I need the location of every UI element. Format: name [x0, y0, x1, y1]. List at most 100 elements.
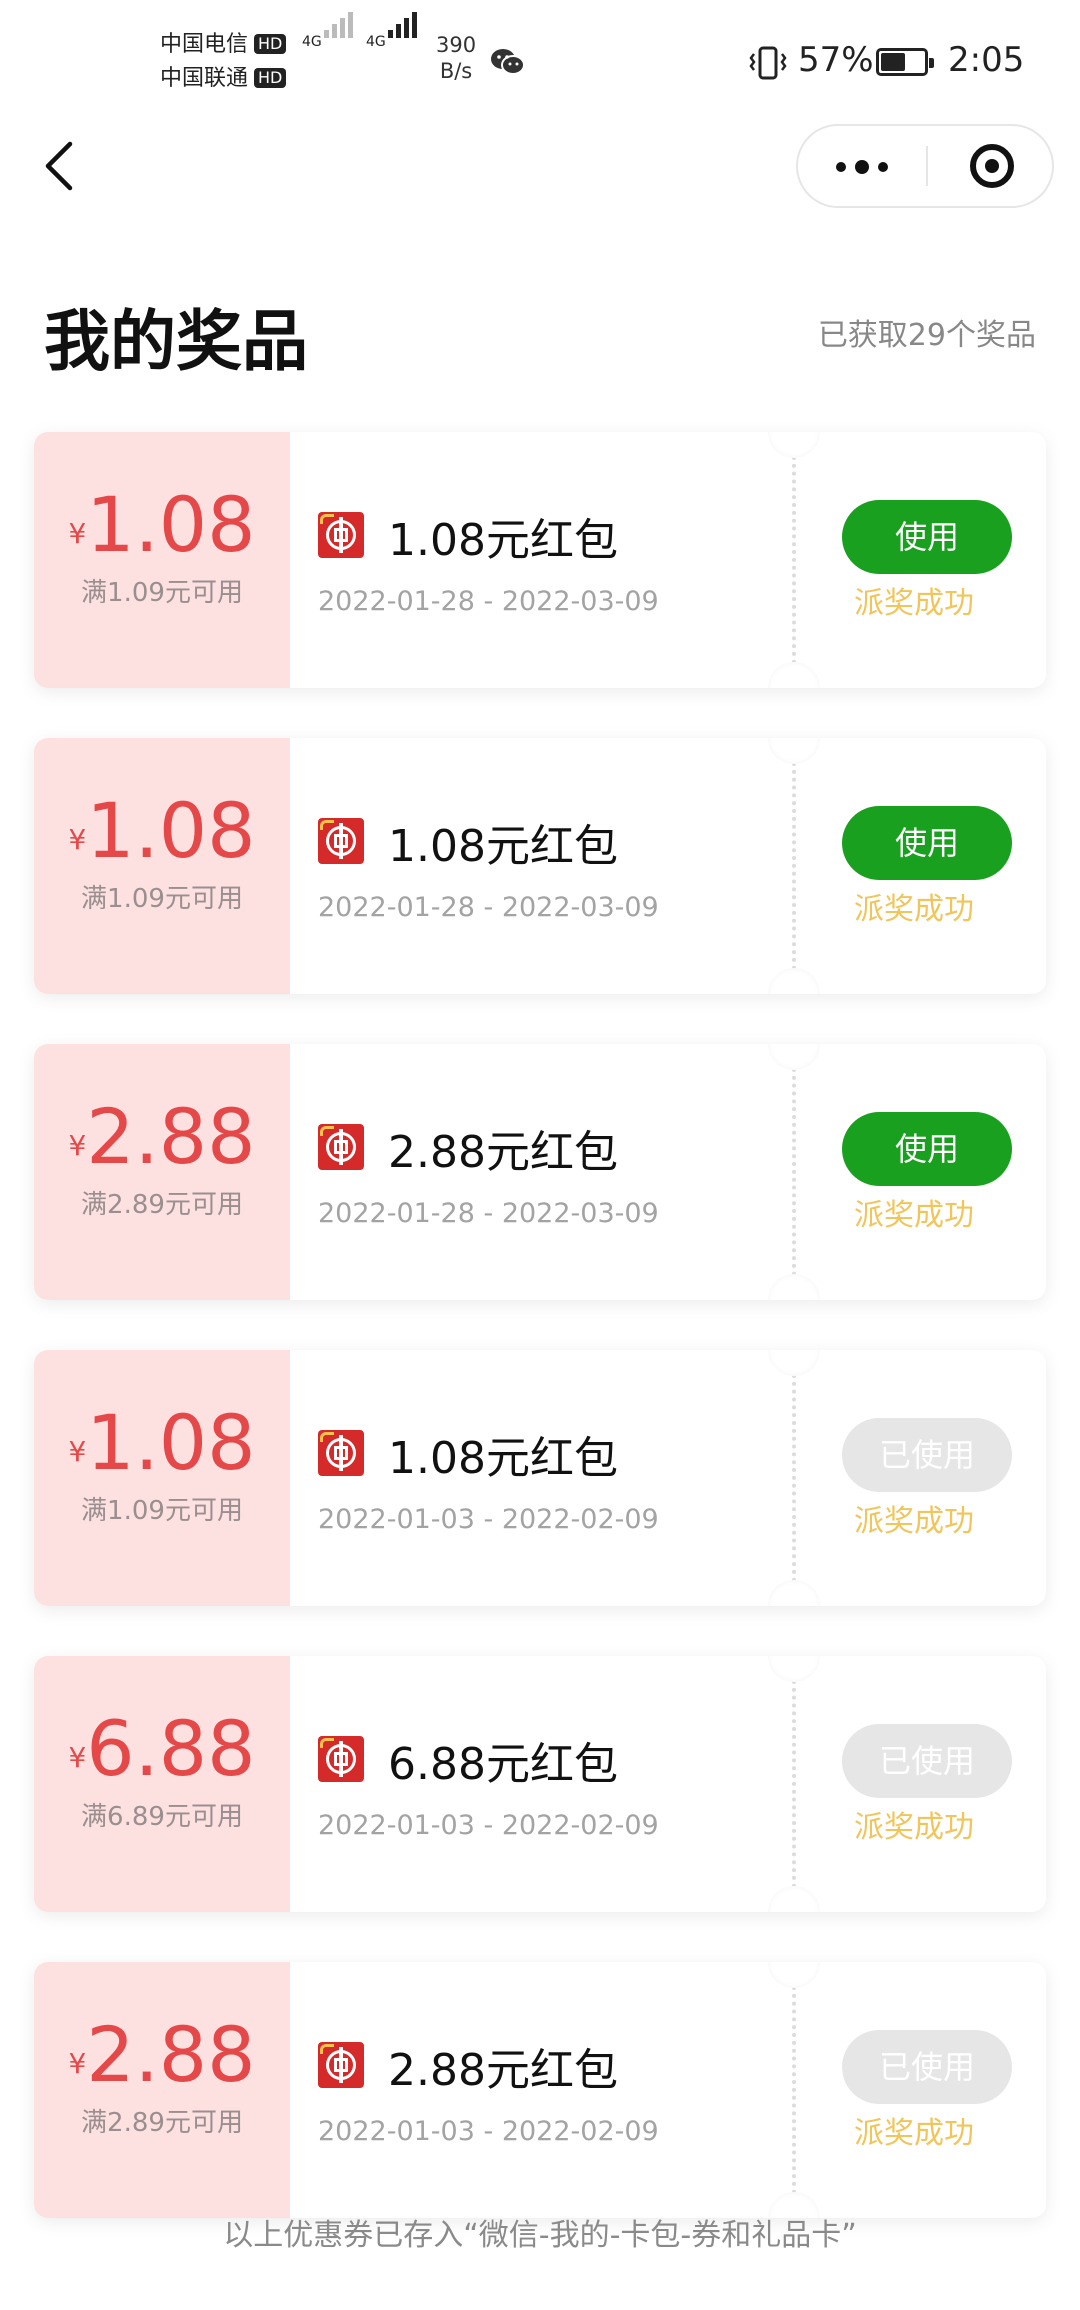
hd-badge-2: HD [254, 68, 287, 88]
coupon-amount: ¥1.08 [34, 1398, 290, 1487]
coupon-body: ¥1.08 满1.09元可用 1.08元红包 2022-01-03 - 2022-02… [34, 1350, 1046, 1606]
coupon-value-panel: ¥1.08 满1.09元可用 [34, 738, 290, 994]
perforation-divider [792, 762, 796, 970]
award-status: 派奖成功 [854, 586, 974, 621]
coupon-value-panel: ¥1.08 满1.09元可用 [34, 1350, 290, 1606]
use-button[interactable]: 使用 [842, 1112, 1012, 1186]
perforation-divider [792, 1374, 796, 1582]
perforation-divider [792, 456, 796, 664]
close-target-icon[interactable] [928, 126, 1054, 206]
bank-logo-icon [318, 2042, 364, 2088]
use-button[interactable]: 使用 [842, 806, 1012, 880]
amount-value: 1.08 [86, 1398, 256, 1487]
used-button: 已使用 [842, 1418, 1012, 1492]
validity-dates: 2022-01-03 - 2022-02-09 [318, 1810, 659, 1841]
carrier-info: 中国电信 HD 中国联通 HD [160, 28, 287, 96]
coupon-condition: 满6.89元可用 [81, 1802, 243, 1832]
amount-value: 1.08 [86, 480, 256, 569]
wechat-icon [491, 49, 525, 75]
ticket-notch-bottom [768, 1580, 820, 1606]
coupon-value-panel: ¥1.08 满1.09元可用 [34, 432, 290, 688]
coupon-condition: 满1.09元可用 [81, 884, 243, 914]
validity-dates: 2022-01-03 - 2022-02-09 [318, 2116, 659, 2147]
used-button: 已使用 [842, 1724, 1012, 1798]
coupon-body: ¥1.08 满1.09元可用 1.08元红包 2022-01-28 - 2022-03… [34, 432, 1046, 688]
prize-name: 6.88元红包 [388, 1739, 618, 1790]
ticket-notch-top [768, 738, 820, 764]
coupon-condition: 满2.89元可用 [81, 1190, 243, 1220]
network-speed: 390 B/s [436, 33, 477, 83]
battery-percent: 57% [798, 40, 874, 80]
coupon-condition: 满1.09元可用 [81, 578, 243, 608]
award-status: 派奖成功 [854, 892, 974, 927]
currency-symbol: ¥ [68, 1435, 87, 1468]
coupon-body: ¥2.88 满2.89元可用 2.88元红包 2022-01-28 - 2022-03… [34, 1044, 1046, 1300]
bank-logo-icon [318, 512, 364, 558]
page-title: 我的奖品 [44, 303, 308, 380]
coupon-condition: 满2.89元可用 [81, 2108, 243, 2138]
coupon-value-panel: ¥6.88 满6.89元可用 [34, 1656, 290, 1912]
amount-value: 1.08 [86, 786, 256, 875]
hd-badge-1: HD [254, 34, 287, 54]
coupon-card: ¥6.88 满6.89元可用 6.88元红包 2022-01-03 - 2022-02… [34, 1656, 1046, 1912]
prize-name: 1.08元红包 [388, 821, 618, 872]
validity-dates: 2022-01-28 - 2022-03-09 [318, 1198, 659, 1229]
coupon-amount: ¥1.08 [34, 480, 290, 569]
ticket-notch-bottom [768, 1274, 820, 1300]
bank-logo-icon [318, 1124, 364, 1170]
perforation-divider [792, 1068, 796, 1276]
carrier-1: 中国电信 [160, 32, 249, 57]
currency-symbol: ¥ [68, 1741, 87, 1774]
currency-symbol: ¥ [68, 823, 87, 856]
validity-dates: 2022-01-03 - 2022-02-09 [318, 1504, 659, 1535]
coupon-body: ¥1.08 满1.09元可用 1.08元红包 2022-01-28 - 2022-03… [34, 738, 1046, 994]
bank-logo-icon [318, 1736, 364, 1782]
coupon-card: ¥2.88 满2.89元可用 2.88元红包 2022-01-03 - 2022-02… [34, 1962, 1046, 2218]
back-chevron-icon[interactable] [40, 140, 80, 192]
carrier-2: 中国联通 [160, 66, 249, 91]
coupon-card: ¥1.08 满1.09元可用 1.08元红包 2022-01-28 - 2022-03… [34, 738, 1046, 994]
currency-symbol: ¥ [68, 1129, 87, 1162]
perforation-divider [792, 1680, 796, 1888]
ticket-notch-bottom [768, 662, 820, 688]
bank-logo-icon [318, 1430, 364, 1476]
coupon-value-panel: ¥2.88 满2.89元可用 [34, 1962, 290, 2218]
award-status: 派奖成功 [854, 1810, 974, 1845]
award-status: 派奖成功 [854, 1198, 974, 1233]
currency-symbol: ¥ [68, 2047, 87, 2080]
battery-icon [876, 48, 934, 76]
amount-value: 6.88 [86, 1704, 256, 1793]
award-status: 派奖成功 [854, 1504, 974, 1539]
ticket-notch-top [768, 1350, 820, 1376]
ticket-notch-top [768, 1962, 820, 1988]
used-button: 已使用 [842, 2030, 1012, 2104]
prize-name: 2.88元红包 [388, 2045, 618, 2096]
perforation-divider [792, 1986, 796, 2194]
coupon-card: ¥1.08 满1.09元可用 1.08元红包 2022-01-28 - 2022-03… [34, 432, 1046, 688]
prize-name: 2.88元红包 [388, 1127, 618, 1178]
ticket-notch-top [768, 1656, 820, 1682]
coupon-body: ¥6.88 满6.89元可用 6.88元红包 2022-01-03 - 2022-02… [34, 1656, 1046, 1912]
coupon-body: ¥2.88 满2.89元可用 2.88元红包 2022-01-03 - 2022-02… [34, 1962, 1046, 2218]
ticket-notch-top [768, 432, 820, 458]
ticket-notch-bottom [768, 1886, 820, 1912]
mini-program-capsule [796, 124, 1054, 208]
coupon-amount: ¥6.88 [34, 1704, 290, 1793]
coupon-amount: ¥2.88 [34, 2010, 290, 2099]
coupon-condition: 满1.09元可用 [81, 1496, 243, 1526]
coupon-card: ¥2.88 满2.89元可用 2.88元红包 2022-01-28 - 2022-03… [34, 1044, 1046, 1300]
coupon-amount: ¥2.88 [34, 1092, 290, 1181]
coupon-card: ¥1.08 满1.09元可用 1.08元红包 2022-01-03 - 2022-02… [34, 1350, 1046, 1606]
clock: 2:05 [948, 40, 1025, 80]
award-status: 派奖成功 [854, 2116, 974, 2151]
prize-count: 已获取29个奖品 [817, 318, 1036, 353]
amount-value: 2.88 [86, 2010, 256, 2099]
validity-dates: 2022-01-28 - 2022-03-09 [318, 892, 659, 923]
use-button[interactable]: 使用 [842, 500, 1012, 574]
prize-name: 1.08元红包 [388, 515, 618, 566]
bank-logo-icon [318, 818, 364, 864]
more-dots-icon[interactable] [798, 126, 926, 206]
ticket-notch-top [768, 1044, 820, 1070]
coupon-amount: ¥1.08 [34, 786, 290, 875]
currency-symbol: ¥ [68, 517, 87, 550]
